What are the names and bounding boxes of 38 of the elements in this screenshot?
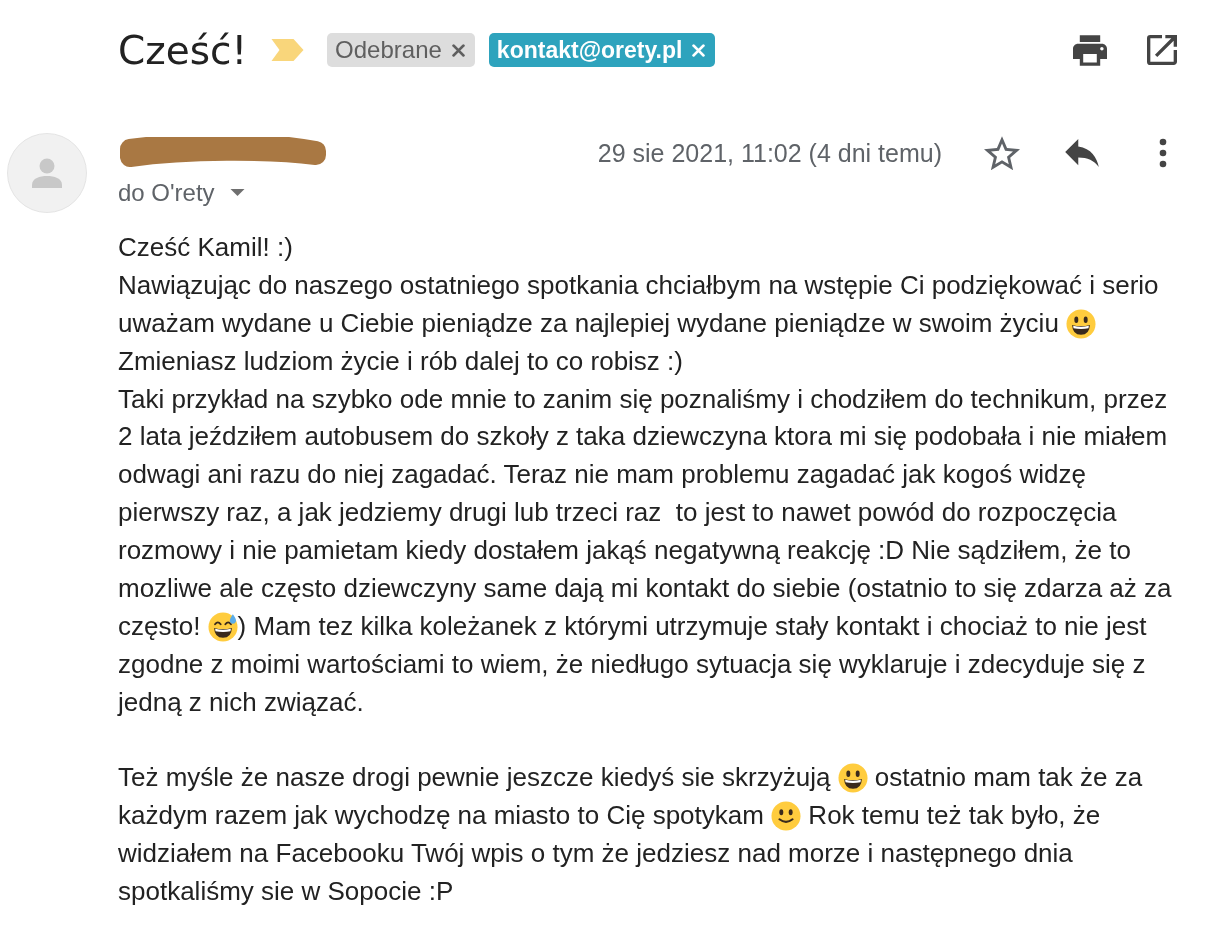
label-chip[interactable]: kontakt@orety.pl — [488, 33, 716, 67]
star-icon[interactable] — [984, 135, 1020, 171]
message-text: pierwszy raz, a jak jedziemy drugi lub trzeci raz to jest to nawet powód do rozpoczęcia — [118, 496, 1117, 530]
open-in-new-window-icon[interactable] — [1147, 35, 1177, 65]
importance-marker-icon[interactable] — [271, 39, 305, 61]
message-text: Nawiązując do naszego ostatniego spotkania chciałbym na wstępie Ci podziękować i serio — [118, 268, 1159, 302]
message-text: uważam wydane u Ciebie pieniądze za najlepiej wydane pieniądze w swoim życiu — [118, 306, 1060, 340]
message-date: 29 sie 2021, 11:02 (4 dni temu) — [597, 138, 942, 168]
close-icon[interactable] — [451, 43, 465, 57]
subject-title: Cześć! — [118, 27, 248, 73]
grinning-face-icon — [1066, 308, 1097, 339]
message-text: jedną z nich związać. — [118, 685, 364, 719]
message-text: Cześć Kamil! :) — [118, 231, 293, 264]
more-options-icon[interactable] — [1159, 138, 1167, 168]
message-text: zgodne z moimi wartościami to wiem, że niedługo sytuacja się wyklaruje i zdecyduje się z — [118, 647, 1146, 681]
message-text: spotkaliśmy sie w Sopocie :P — [118, 875, 454, 909]
recipient-dropdown[interactable]: do O'rety — [118, 179, 245, 207]
message-text: rozmowy i nie pamietam kiedy dostałem jakąś negatywną reakcję :D Nie sądziłem, że to — [118, 534, 1131, 568]
print-icon[interactable] — [1073, 34, 1107, 66]
message-text: Taki przykład na szybko ode mnie to zanim się poznaliśmy i chodziłem do technikum, przez — [118, 382, 1168, 416]
message-text: często! — [118, 609, 202, 643]
sweat-smile-face-icon — [207, 611, 238, 642]
message-text: ostatnio mam tak że za — [873, 761, 1143, 795]
person-avatar-icon — [7, 133, 87, 213]
grinning-face-icon — [837, 763, 868, 794]
message-text: Rok temu też tak było, że — [807, 799, 1101, 833]
message-text: odwagi ani razu do niej zagadać. Teraz nie mam problemu zagadać jak kogoś widzę — [118, 458, 1086, 492]
label-chip[interactable]: Odebrane — [327, 33, 475, 67]
message-text: mozliwe ale często dziewczyny same dają mi kontakt do siebie (ostatnio to się zdarza aż za — [118, 572, 1172, 605]
smiling-face-icon — [771, 801, 802, 832]
message-text: widziałem na Facebooku Twój wpis o tym że jedziesz nad morze i następnego dnia — [118, 837, 1073, 871]
message-text: Zmieniasz ludziom życie i rób dalej to co robisz :) — [118, 344, 683, 378]
message-text: Też myśle że nasze drogi pewnie jeszcze kiedyś sie skrzyżują — [118, 761, 832, 795]
message-text: 2 lata jeździłem autobusem do szkoły z taka dziewczyna ktora mi się podobała i nie miałem — [118, 420, 1168, 454]
message-text: ) Mam tez kilka koleżanek z którymi utrzymuje stały kontakt i chociaż to nie jest — [237, 609, 1147, 643]
reply-icon[interactable] — [1065, 139, 1099, 167]
caret-icon — [229, 189, 245, 197]
message-text: każdym razem jak wychodzę na miasto to Cię spotykam — [118, 799, 765, 833]
